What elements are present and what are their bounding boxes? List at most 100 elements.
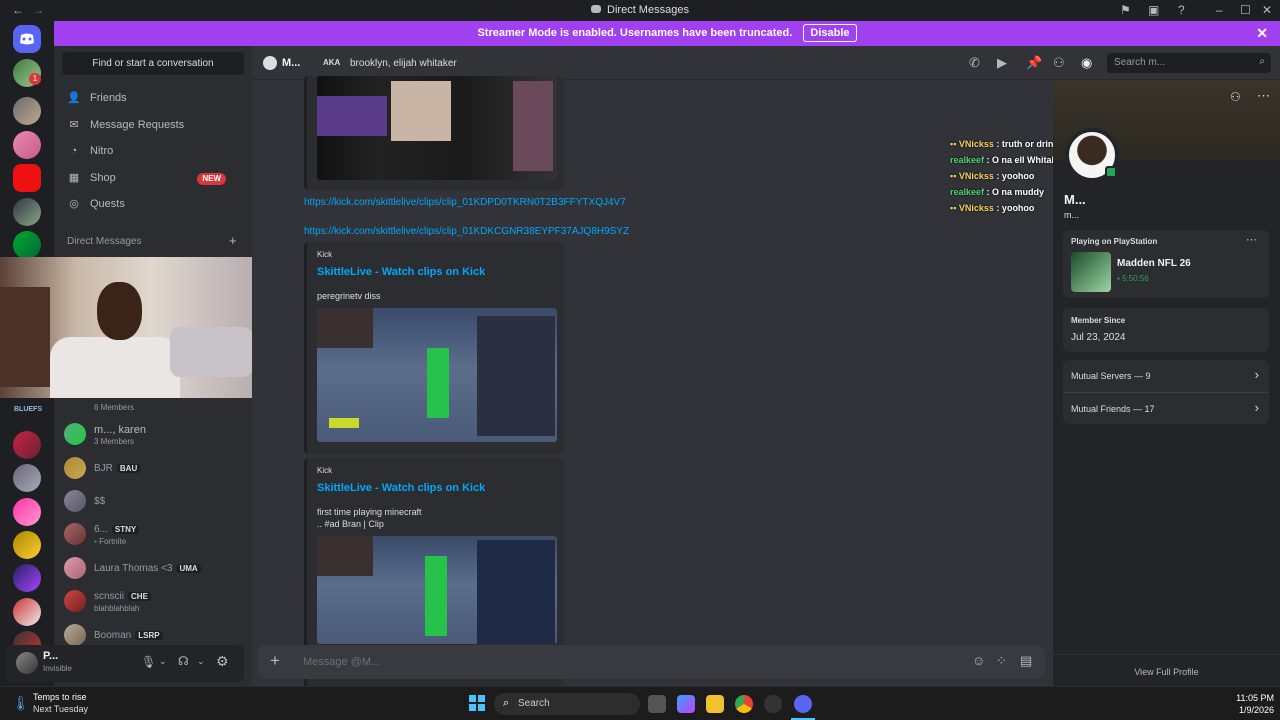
embed-description: first time playing minecraft .. #ad Bran… (317, 507, 422, 529)
emoji-icon[interactable]: ☺ (972, 653, 985, 668)
mutual-servers-label: Mutual Servers — 9 (1071, 371, 1151, 381)
mutual-friends-row[interactable]: Mutual Friends — 17 › (1063, 392, 1269, 424)
chevron-down-icon[interactable]: ⌄ (197, 656, 205, 667)
webcam-bed (170, 327, 253, 377)
friends-icon: 👤 (67, 92, 81, 104)
microphone-icon[interactable]: 🎙 (141, 655, 156, 669)
pin-icon[interactable]: 📌 (1026, 55, 1042, 71)
nav-shop[interactable]: ▦ Shop NEW (66, 166, 242, 190)
dm-item[interactable]: m..., karen 3 Members (64, 420, 244, 450)
windows-start-icon[interactable] (469, 695, 485, 711)
create-dm-plus-icon[interactable]: + (229, 233, 237, 248)
dm-name: Laura Thomas <3 (94, 563, 173, 574)
recipient-avatar[interactable] (263, 56, 277, 70)
server-icon-5[interactable] (13, 198, 41, 226)
dm-item[interactable]: scnscii CHE blahblahblah (64, 587, 244, 617)
search-input[interactable]: Search m... (1114, 57, 1165, 68)
streamer-mode-banner: Streamer Mode is enabled. Usernames have… (54, 21, 1280, 46)
inbox-flag-icon[interactable]: ⚑ (1120, 3, 1131, 17)
screenshot-figure (425, 556, 447, 636)
user-name: P... (43, 650, 59, 662)
nav-quests[interactable]: ◎ Quests (66, 192, 125, 216)
clip-link-1[interactable]: https://kick.com/skittlelive/clips/clip_… (304, 197, 626, 208)
gift-icon[interactable]: ▤ (1020, 653, 1032, 669)
maximize-icon[interactable]: ☐ (1240, 3, 1251, 17)
dm-item[interactable]: 6... STNY ▪ Fortnite (64, 520, 244, 550)
direct-messages-header: Direct Messages (67, 236, 142, 247)
voice-call-icon[interactable]: ✆ (969, 55, 980, 71)
clip-link-2[interactable]: https://kick.com/skittlelive/clips/clip_… (304, 226, 629, 237)
nav-nitro[interactable]: ◔ Nitro (66, 139, 114, 163)
chat-area: https://kick.com/skittlelive/clips/clip_… (252, 76, 1143, 688)
activity-more-icon[interactable]: ⋯ (1246, 233, 1257, 246)
close-banner-icon[interactable]: ✕ (1256, 21, 1268, 46)
server-icon-2[interactable] (13, 97, 41, 125)
discord-taskbar-icon[interactable] (794, 695, 812, 713)
message-input[interactable]: Message @M... (303, 656, 380, 668)
user-profile-icon[interactable]: ◉ (1081, 55, 1092, 71)
chevron-right-icon: › (1254, 400, 1259, 415)
clock-time[interactable]: 11:05 PM (1220, 693, 1274, 703)
gear-icon[interactable]: ⚙ (216, 653, 229, 670)
user-avatar[interactable] (16, 652, 38, 674)
chevron-down-icon[interactable]: ⌄ (159, 656, 167, 667)
inbox-icon[interactable]: ▣ (1148, 3, 1159, 17)
embed-screenshot[interactable] (317, 308, 557, 442)
mutual-servers-row[interactable]: Mutual Servers — 9 › (1063, 360, 1269, 392)
server-icon-6[interactable] (13, 231, 41, 259)
server-icon-bluefs[interactable]: BLUEFS (14, 406, 42, 413)
embed-screenshot[interactable] (317, 536, 557, 644)
server-icon-9[interactable] (13, 498, 41, 526)
apps-icon[interactable]: ⁘ (996, 653, 1007, 669)
dm-item[interactable]: Laura Thomas <3 UMA (64, 554, 244, 584)
app-icon[interactable] (764, 695, 782, 713)
view-full-profile-link[interactable]: View Full Profile (1053, 667, 1280, 677)
recipient-name[interactable]: M... (282, 57, 300, 69)
minimize-icon[interactable]: – (1216, 3, 1223, 17)
member-since-label: Member Since (1071, 316, 1126, 325)
search-box[interactable]: Search m... ⌕ (1107, 53, 1271, 73)
server-icon-10[interactable] (13, 531, 41, 559)
nav-friends-label: Friends (90, 92, 127, 104)
chrome-icon[interactable] (735, 695, 753, 713)
find-conversation-button[interactable]: Find or start a conversation (62, 52, 244, 75)
clock-date[interactable]: 1/9/2026 (1220, 705, 1274, 715)
window-title-text: Direct Messages (607, 4, 689, 16)
nav-friends[interactable]: 👤 Friends (66, 86, 127, 110)
video-call-icon[interactable]: ▶ (997, 55, 1007, 71)
disable-streamer-mode-button[interactable]: Disable (803, 24, 857, 42)
more-options-icon[interactable]: ⋯ (1257, 88, 1270, 104)
embed-title-link[interactable]: SkittleLive - Watch clips on Kick (317, 482, 485, 494)
server-icon-8[interactable] (13, 464, 41, 492)
embed-title-link[interactable]: SkittleLive - Watch clips on Kick (317, 266, 485, 278)
window-title: Direct Messages (0, 4, 1280, 16)
nav-message-requests[interactable]: ✉ Message Requests (66, 113, 184, 137)
dm-item[interactable]: $$ (64, 487, 244, 517)
dm-item[interactable]: BJR BAU (64, 454, 244, 484)
server-icon-12[interactable] (13, 598, 41, 626)
dm-activity: Fortnite (99, 537, 127, 546)
weather-icon[interactable]: 🌡 (12, 695, 30, 712)
user-panel: P... Invisible 🎙 ⌄ ☊ ⌄ ⚙ (6, 645, 244, 682)
server-icon-3[interactable] (13, 131, 41, 159)
screenshot-thumb (317, 536, 373, 576)
embed-screenshot[interactable] (317, 76, 557, 180)
discord-home-icon[interactable] (13, 25, 41, 53)
task-view-icon[interactable] (648, 695, 666, 713)
add-friend-icon[interactable]: ⚇ (1230, 90, 1241, 104)
overlay-text: : O na muddy (986, 187, 1045, 197)
help-icon[interactable]: ? (1178, 3, 1185, 17)
headphones-icon[interactable]: ☊ (178, 654, 189, 668)
copilot-icon[interactable] (677, 695, 695, 713)
dm-subtitle: 3 Members (94, 437, 135, 446)
taskbar-search[interactable]: ⌕ Search (494, 693, 640, 715)
server-icon-7[interactable] (13, 431, 41, 459)
close-window-icon[interactable]: ✕ (1262, 3, 1272, 17)
add-attachment-plus-icon[interactable]: + (270, 651, 280, 671)
server-icon-11[interactable] (13, 564, 41, 592)
add-friends-icon[interactable]: ⚇ (1053, 55, 1065, 71)
member-since-date: Jul 23, 2024 (1071, 332, 1126, 343)
server-icon-4[interactable] (13, 164, 41, 192)
screenshot-thumb (513, 81, 553, 171)
file-explorer-icon[interactable] (706, 695, 724, 713)
